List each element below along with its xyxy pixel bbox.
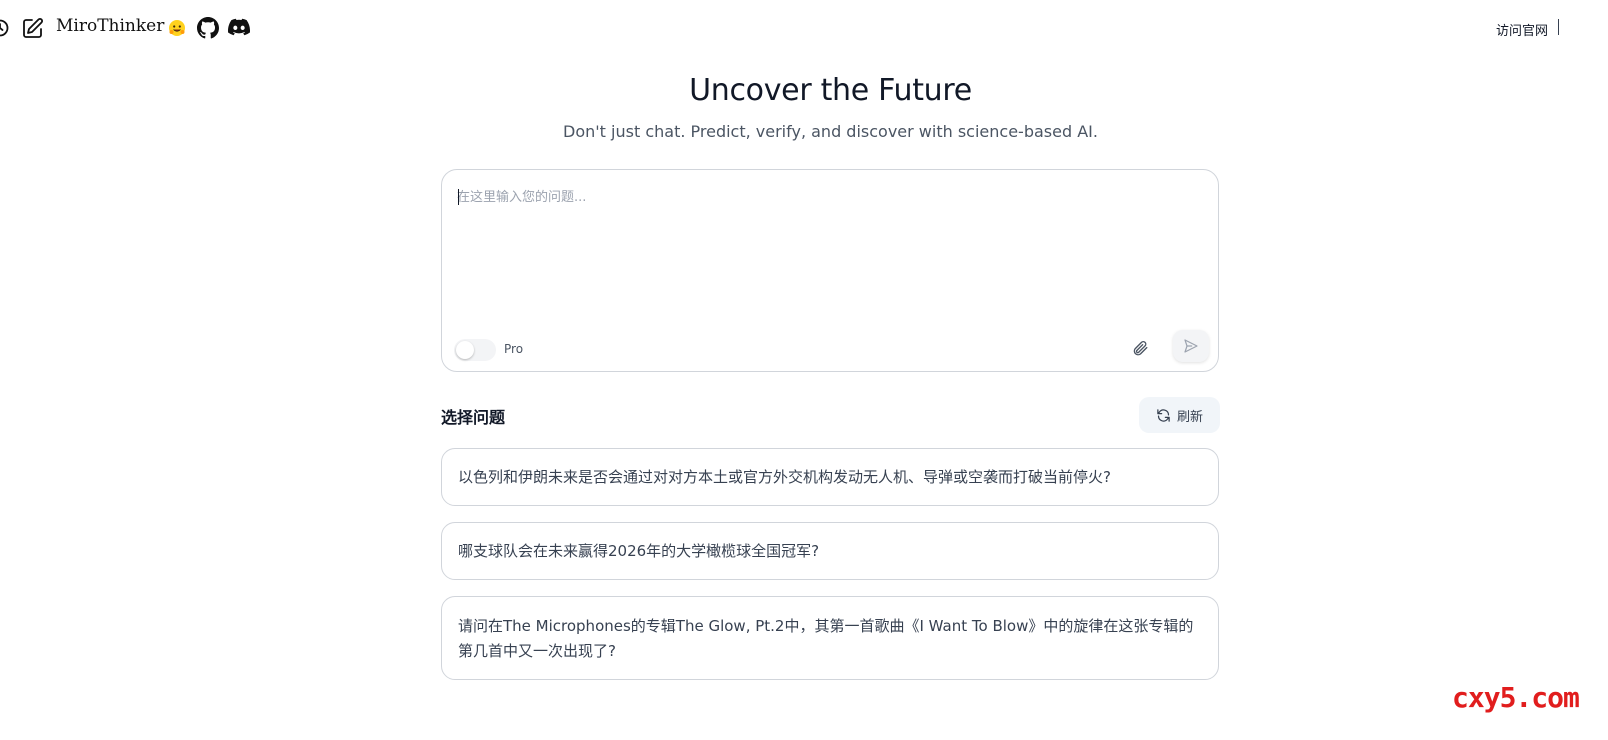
visit-website-link[interactable]: 访问官网	[1496, 20, 1548, 39]
watermark: cxy5.com	[1452, 681, 1580, 714]
question-card[interactable]: 请问在The Microphones的专辑The Glow, Pt.2中，其第一…	[441, 596, 1219, 680]
text-caret	[458, 189, 459, 205]
github-icon[interactable]	[197, 17, 219, 39]
pro-label: Pro	[504, 342, 524, 356]
brand-name[interactable]: MiroThinker	[56, 16, 164, 36]
refresh-label: 刷新	[1176, 409, 1203, 425]
paperclip-icon[interactable]	[1129, 337, 1151, 359]
pro-toggle[interactable]	[454, 339, 496, 361]
hero-subtitle: Don't just chat. Predict, verify, and di…	[563, 122, 1098, 141]
refresh-icon	[1157, 408, 1170, 422]
question-input[interactable]	[457, 186, 1203, 326]
history-icon[interactable]	[0, 18, 10, 38]
refresh-button[interactable]: 刷新	[1139, 397, 1220, 433]
question-text: 哪支球队会在未来赢得2026年的大学橄榄球全国冠军?	[458, 542, 820, 560]
send-button[interactable]	[1173, 330, 1209, 362]
hugging-face-icon[interactable]	[167, 18, 187, 38]
question-card[interactable]: 哪支球队会在未来赢得2026年的大学橄榄球全国冠军?	[441, 522, 1219, 580]
question-composer: Pro	[441, 169, 1219, 372]
question-text: 以色列和伊朗未来是否会通过对对方本土或官方外交机构发动无人机、导弹或空袭而打破当…	[458, 468, 1111, 486]
discord-icon[interactable]	[228, 18, 250, 36]
hero-title: Uncover the Future	[689, 73, 972, 108]
toggle-knob	[456, 341, 474, 359]
nav-divider	[1558, 19, 1559, 35]
edit-icon[interactable]	[22, 17, 44, 39]
question-text: 请问在The Microphones的专辑The Glow, Pt.2中，其第一…	[458, 617, 1194, 660]
top-navigation: MiroThinker 访问官网	[0, 0, 1608, 56]
question-card[interactable]: 以色列和伊朗未来是否会通过对对方本土或官方外交机构发动无人机、导弹或空袭而打破当…	[441, 448, 1219, 506]
section-title: 选择问题	[441, 408, 506, 427]
send-icon	[1184, 339, 1198, 353]
